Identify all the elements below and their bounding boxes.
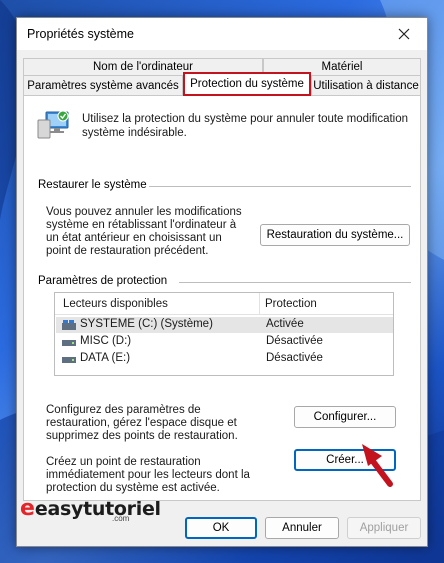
divider	[149, 186, 411, 187]
pointer-arrow-icon	[362, 444, 393, 487]
easytutoriel-logo-icon: e	[20, 496, 35, 521]
divider	[179, 282, 411, 283]
column-drives[interactable]: Lecteurs disponibles	[63, 298, 168, 310]
button-label: Restauration du système...	[266, 229, 404, 241]
system-drive-icon	[62, 320, 76, 330]
tab-label: Paramètres système avancés	[27, 79, 179, 92]
button-label: Annuler	[282, 522, 322, 534]
cancel-button[interactable]: Annuler	[265, 517, 339, 539]
restore-description: Vous pouvez annuler les modifications sy…	[46, 206, 242, 257]
window-title: Propriétés système	[27, 27, 134, 41]
title-bar: Propriétés système	[17, 18, 427, 50]
tab-advanced-settings[interactable]: Paramètres système avancés	[23, 75, 183, 95]
brand-domain: .com	[112, 514, 130, 523]
tab-label: Matériel	[321, 61, 363, 73]
system-restore-button[interactable]: Restauration du système...	[260, 224, 410, 246]
drive-icon	[62, 340, 76, 346]
tab-label: Nom de l'ordinateur	[93, 61, 193, 73]
configure-button[interactable]: Configurer...	[294, 406, 396, 428]
tab-label: Protection du système	[190, 78, 304, 90]
column-protection[interactable]: Protection	[265, 298, 317, 310]
available-drives-list[interactable]: Lecteurs disponibles Protection SYSTEME …	[54, 292, 394, 376]
list-header: Lecteurs disponibles Protection	[55, 293, 393, 315]
tab-system-protection[interactable]: Protection du système	[183, 72, 311, 96]
drive-status: Désactivée	[266, 352, 323, 364]
protection-section-title: Paramètres de protection	[38, 275, 168, 287]
close-icon	[398, 28, 410, 40]
drive-status: Activée	[266, 318, 304, 330]
system-protection-icon	[37, 110, 69, 139]
intro-text: Utilisez la protection du système pour a…	[82, 113, 409, 139]
drive-icon	[62, 357, 76, 363]
drive-row[interactable]: MISC (D:) Désactivée	[56, 334, 393, 350]
brand-name: easytutoriel	[34, 498, 161, 520]
button-label: Configurer...	[313, 411, 377, 423]
tab-remote[interactable]: Utilisation à distance	[311, 75, 421, 95]
tabs-row-bottom: Paramètres système avancés Protection du…	[23, 72, 421, 96]
drive-status: Désactivée	[266, 335, 323, 347]
tab-label: Utilisation à distance	[313, 79, 419, 92]
drive-row[interactable]: DATA (E:) Désactivée	[56, 351, 393, 367]
drive-name: DATA (E:)	[80, 352, 131, 364]
apply-button[interactable]: Appliquer	[347, 517, 421, 539]
close-button[interactable]	[381, 18, 427, 50]
restore-section-title: Restaurer le système	[38, 179, 147, 191]
ok-button[interactable]: OK	[185, 517, 257, 539]
drive-name: SYSTEME (C:) (Système)	[80, 318, 213, 330]
drive-name: MISC (D:)	[80, 335, 132, 347]
create-description: Créez un point de restauration immédiate…	[46, 456, 250, 494]
drive-row[interactable]: SYSTEME (C:) (Système) Activée	[56, 317, 393, 333]
button-label: OK	[212, 522, 230, 534]
column-separator	[259, 293, 260, 315]
button-label: Appliquer	[359, 522, 409, 534]
easytutoriel-logo: eeasytutoriel .com	[20, 496, 161, 524]
configure-description: Configurez des paramètres de restauratio…	[46, 404, 238, 442]
